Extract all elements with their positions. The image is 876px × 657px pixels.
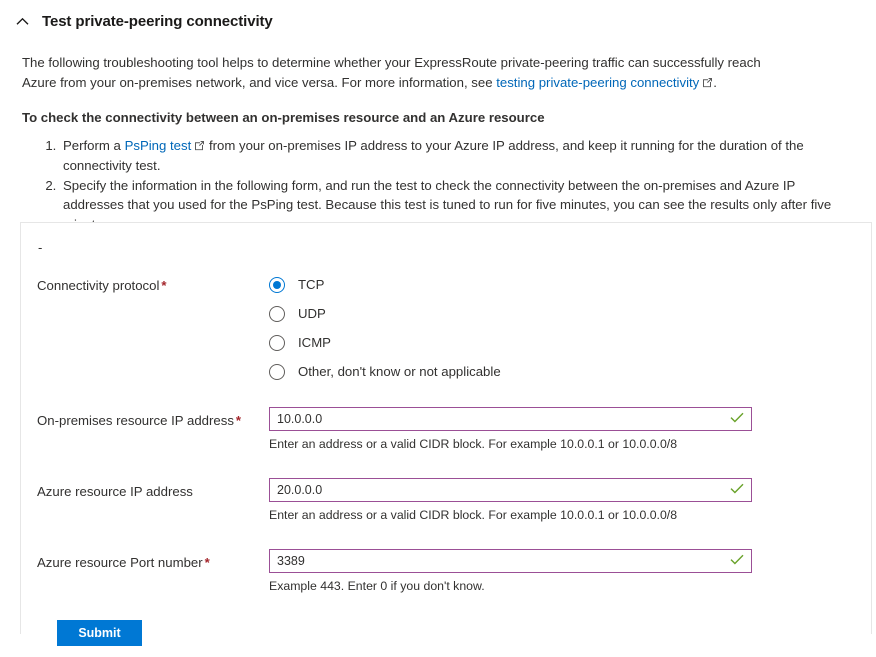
external-link-icon	[194, 137, 205, 157]
submit-button[interactable]: Submit	[57, 620, 142, 646]
radio-mark-icon	[269, 277, 285, 293]
azure-ip-control: Enter an address or a valid CIDR block. …	[269, 478, 871, 523]
azure-port-input[interactable]	[269, 549, 752, 573]
field-label-connectivity-protocol: Connectivity protocol *	[21, 272, 269, 294]
radio-label: ICMP	[298, 335, 331, 350]
intro-text-part2: .	[713, 74, 717, 90]
field-azure-ip: Azure resource IP address Enter an addre…	[21, 478, 871, 523]
link-label: testing private-peering connectivity	[496, 74, 700, 90]
radio-group: TCP UDP ICMP Other, don't know or not ap…	[269, 272, 871, 385]
radio-option-icmp[interactable]: ICMP	[269, 330, 871, 356]
protocol-radio-group: TCP UDP ICMP Other, don't know or not ap…	[269, 272, 871, 388]
radio-mark-icon	[269, 306, 285, 322]
radio-label: Other, don't know or not applicable	[298, 364, 501, 379]
input-wrapper	[269, 478, 752, 502]
radio-label: TCP	[298, 277, 325, 292]
label-text: Azure resource Port number	[37, 555, 203, 570]
field-label-on-premises-ip: On-premises resource IP address *	[21, 407, 269, 429]
input-wrapper	[269, 407, 752, 431]
required-marker: *	[161, 278, 167, 293]
external-link-icon	[702, 74, 713, 94]
on-premises-ip-helper: Enter an address or a valid CIDR block. …	[269, 437, 678, 451]
azure-ip-helper: Enter an address or a valid CIDR block. …	[269, 508, 678, 522]
on-premises-ip-input[interactable]	[269, 407, 752, 431]
on-premises-ip-control: Enter an address or a valid CIDR block. …	[269, 407, 871, 452]
radio-option-tcp[interactable]: TCP	[269, 272, 871, 298]
page-title: Test private-peering connectivity	[42, 12, 273, 30]
radio-label: UDP	[298, 306, 326, 321]
chevron-up-icon[interactable]	[12, 11, 32, 31]
intro-paragraph: The following troubleshooting tool helps…	[22, 53, 782, 93]
azure-port-helper: Example 443. Enter 0 if you don't know.	[269, 579, 485, 593]
section-header: Test private-peering connectivity	[0, 0, 876, 35]
dash-note: -	[38, 240, 43, 255]
field-on-premises-ip: On-premises resource IP address* Enter a…	[21, 407, 871, 452]
required-marker: *	[235, 413, 242, 428]
radio-mark-icon	[269, 335, 285, 351]
chevron-up-glyph	[16, 17, 28, 25]
label-text: Connectivity protocol	[37, 278, 160, 293]
azure-port-control: Example 443. Enter 0 if you don't know.	[269, 549, 871, 594]
list-item: Perform a PsPing test from your on-premi…	[60, 136, 850, 176]
psping-test-link[interactable]: PsPing test	[125, 138, 192, 153]
radio-option-udp[interactable]: UDP	[269, 301, 871, 327]
label-text: Azure resource IP address	[37, 484, 193, 499]
azure-ip-input[interactable]	[269, 478, 752, 502]
link-label: PsPing test	[124, 137, 192, 153]
connectivity-test-form: - Connectivity protocol * TCP UDP ICMP O…	[20, 222, 872, 646]
test-private-peering-connectivity-page: Test private-peering connectivity The fo…	[0, 0, 876, 657]
steps-list: Perform a PsPing test from your on-premi…	[22, 136, 850, 235]
field-connectivity-protocol: Connectivity protocol * TCP UDP ICMP Oth…	[21, 272, 871, 388]
field-azure-port: Azure resource Port number* Example 443.…	[21, 549, 871, 594]
intro-bold-heading: To check the connectivity between an on-…	[22, 110, 545, 125]
field-label-azure-ip: Azure resource IP address	[21, 478, 269, 500]
field-label-azure-port: Azure resource Port number *	[21, 549, 269, 571]
step-1-text-before: Perform a	[63, 137, 125, 153]
input-wrapper	[269, 549, 752, 573]
testing-private-peering-connectivity-link[interactable]: testing private-peering connectivity	[496, 75, 699, 90]
required-marker: *	[204, 555, 210, 570]
intro-block: The following troubleshooting tool helps…	[0, 53, 876, 234]
radio-option-other[interactable]: Other, don't know or not applicable	[269, 359, 871, 385]
label-text: On-premises resource IP address	[37, 413, 234, 428]
radio-mark-icon	[269, 364, 285, 380]
